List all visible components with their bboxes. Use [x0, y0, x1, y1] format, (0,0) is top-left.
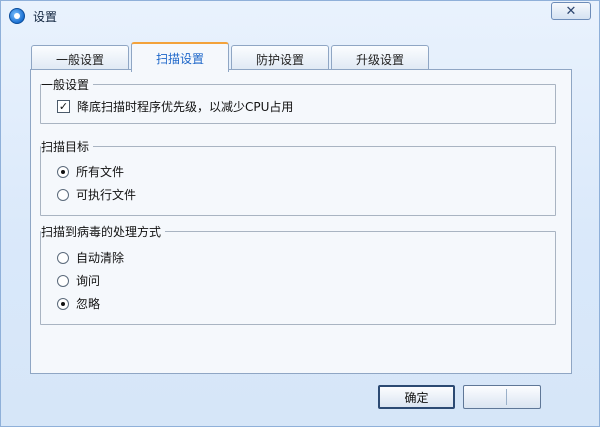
- action-ask[interactable]: 询问: [57, 272, 100, 289]
- virus-action-group: 扫描到病毒的处理方式 自动清除 询问 忽略: [40, 223, 556, 325]
- scan-target-group: 扫描目标 所有文件 可执行文件: [40, 138, 556, 216]
- action-auto-clean[interactable]: 自动清除: [57, 249, 124, 266]
- ask-radio[interactable]: [57, 274, 69, 287]
- auto-clean-label: 自动清除: [76, 251, 125, 265]
- general-group: 一般设置 ✓ 降底扫描时程序优先级，以减少CPU占用: [40, 76, 556, 124]
- scan-target-group-label: 扫描目标: [41, 138, 94, 155]
- tab-bar: 一般设置 扫描设置 防护设置 升级设置: [31, 42, 431, 72]
- executables-label: 可执行文件: [76, 188, 137, 202]
- tab-panel: 一般设置 ✓ 降底扫描时程序优先级，以减少CPU占用 扫描目标 所有文件 可执行…: [30, 69, 572, 374]
- tab-scan[interactable]: 扫描设置: [131, 42, 229, 72]
- close-button[interactable]: ✕: [551, 2, 591, 20]
- tab-update[interactable]: 升级设置: [331, 45, 429, 72]
- lower-priority-option[interactable]: ✓ 降底扫描时程序优先级，以减少CPU占用: [57, 98, 293, 115]
- all-files-label: 所有文件: [76, 165, 125, 179]
- all-files-radio[interactable]: [57, 165, 69, 178]
- action-ignore[interactable]: 忽略: [57, 295, 100, 312]
- auto-clean-radio[interactable]: [57, 251, 69, 264]
- tab-general[interactable]: 一般设置: [31, 45, 129, 72]
- scan-target-executables[interactable]: 可执行文件: [57, 186, 136, 203]
- title-bar: 设置 ✕: [1, 1, 599, 31]
- cancel-button[interactable]: [463, 385, 541, 409]
- window-title: 设置: [33, 10, 58, 24]
- scan-target-all-files[interactable]: 所有文件: [57, 163, 124, 180]
- general-group-label: 一般设置: [41, 76, 94, 93]
- lower-priority-checkbox[interactable]: ✓: [57, 100, 70, 113]
- ask-label: 询问: [76, 274, 101, 288]
- button-divider: [506, 389, 507, 405]
- ignore-radio[interactable]: [57, 297, 69, 310]
- lower-priority-label: 降底扫描时程序优先级，以减少CPU占用: [77, 100, 294, 114]
- app-logo-icon: [9, 8, 25, 24]
- settings-dialog: 设置 ✕ 一般设置 扫描设置 防护设置 升级设置 一般设置 ✓ 降底扫描时程序优…: [0, 0, 600, 427]
- virus-action-group-label: 扫描到病毒的处理方式: [41, 223, 166, 240]
- ok-button[interactable]: 确定: [378, 385, 455, 409]
- tab-protection[interactable]: 防护设置: [231, 45, 329, 72]
- ignore-label: 忽略: [76, 297, 101, 311]
- executables-radio[interactable]: [57, 188, 69, 201]
